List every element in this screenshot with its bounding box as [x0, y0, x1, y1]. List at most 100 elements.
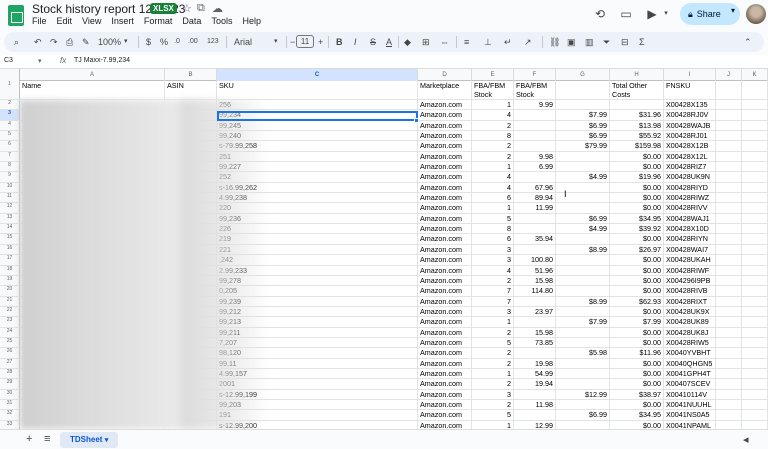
name-box-chevron-down-icon[interactable]: ▾ — [38, 57, 42, 65]
cell-k[interactable] — [742, 420, 768, 429]
cell-marketplace[interactable]: Amazon.com — [418, 234, 472, 244]
cell-stock-value[interactable] — [514, 110, 556, 120]
row-number[interactable]: 12 — [0, 203, 20, 213]
cell-k[interactable] — [742, 131, 768, 141]
cell-g[interactable] — [556, 327, 610, 337]
formula-input[interactable]: TJ Maxx-7.99,234 — [74, 57, 130, 64]
horizontal-align-icon[interactable]: ≡ — [464, 35, 469, 49]
cell-g[interactable]: $5.98 — [556, 348, 610, 358]
vertical-align-icon[interactable]: ⊥ — [484, 35, 492, 49]
cell-fnsku[interactable]: X00428RIZ7 — [664, 162, 716, 172]
tab-tdsheet[interactable]: TDSheet ▾ — [60, 432, 119, 448]
cell-fnsku[interactable]: X00428UK8J — [664, 327, 716, 337]
cell-total-other-costs[interactable]: $34.95 — [610, 213, 664, 224]
column-header-i[interactable]: I — [664, 69, 716, 81]
row-number[interactable]: 16 — [0, 244, 20, 255]
cell-marketplace[interactable]: Amazon.com — [418, 327, 472, 337]
cell-stock-value[interactable]: 67.96 — [514, 182, 556, 193]
name-box[interactable]: C3 — [4, 57, 13, 64]
row-number[interactable]: 27 — [0, 358, 20, 368]
cell-j[interactable] — [716, 337, 742, 348]
cell-marketplace[interactable]: Amazon.com — [418, 399, 472, 410]
cell-stock[interactable]: 4 — [472, 265, 514, 275]
cell-stock[interactable]: 5 — [472, 410, 514, 420]
cell-marketplace[interactable]: Amazon.com — [418, 162, 472, 172]
cell-total-other-costs[interactable]: $11.96 — [610, 348, 664, 358]
cell-j[interactable] — [716, 120, 742, 131]
cell-g[interactable]: $6.99 — [556, 131, 610, 141]
cell-stock[interactable]: 7 — [472, 296, 514, 306]
cell-stock-value[interactable]: 19.98 — [514, 358, 556, 368]
cell-k[interactable] — [742, 255, 768, 265]
menu-edit[interactable]: Edit — [57, 16, 73, 26]
cell-marketplace[interactable]: Amazon.com — [418, 203, 472, 213]
text-color-button[interactable]: A — [386, 35, 392, 49]
collapse-toolbar-icon[interactable]: ⌃ — [744, 35, 752, 49]
active-cell-selection[interactable] — [217, 111, 418, 121]
cell-marketplace[interactable]: Amazon.com — [418, 358, 472, 368]
cell-j[interactable] — [716, 420, 742, 429]
cell-marketplace[interactable]: Amazon.com — [418, 172, 472, 182]
cell-k[interactable] — [742, 358, 768, 368]
cell-j[interactable] — [716, 327, 742, 337]
row-number[interactable]: 24 — [0, 327, 20, 337]
cell-g[interactable]: $4.99 — [556, 172, 610, 182]
cell-fnsku[interactable]: X00428RIW5 — [664, 337, 716, 348]
cell-stock[interactable]: 2 — [472, 348, 514, 358]
cell-j[interactable] — [716, 182, 742, 193]
cell-stock-value[interactable]: 9.99 — [514, 100, 556, 110]
decrease-decimal-button[interactable]: .0 — [174, 35, 180, 49]
cell-j[interactable] — [716, 275, 742, 286]
borders-icon[interactable]: ⊞ — [422, 35, 430, 49]
cell-k[interactable] — [742, 100, 768, 110]
cell-total-other-costs[interactable]: $159.98 — [610, 141, 664, 151]
cell-g[interactable] — [556, 265, 610, 275]
row-number[interactable]: 18 — [0, 265, 20, 275]
row-number[interactable]: 22 — [0, 306, 20, 317]
cell-marketplace[interactable]: Amazon.com — [418, 224, 472, 234]
cell-marketplace[interactable]: Amazon.com — [418, 244, 472, 255]
row-number[interactable]: 3 — [0, 110, 20, 120]
insert-link-icon[interactable]: ⛓ — [549, 35, 560, 49]
cell-j[interactable] — [716, 317, 742, 327]
cell-j[interactable] — [716, 244, 742, 255]
decrease-font-size-button[interactable]: − — [290, 35, 295, 49]
cell-total-other-costs[interactable]: $0.00 — [610, 306, 664, 317]
search-menus-icon[interactable]: ⌕ — [14, 35, 19, 49]
comments-icon[interactable]: ▭ — [618, 6, 634, 22]
cell-fnsku[interactable]: X00428RIYN — [664, 234, 716, 244]
cell-g[interactable] — [556, 306, 610, 317]
cell-stock[interactable]: 2 — [472, 141, 514, 151]
row-number[interactable]: 9 — [0, 172, 20, 182]
cell-marketplace[interactable]: Amazon.com — [418, 348, 472, 358]
cell-g[interactable] — [556, 368, 610, 379]
menu-insert[interactable]: Insert — [111, 16, 134, 26]
more-formats-button[interactable]: 123 — [207, 35, 219, 49]
insert-chart-icon[interactable]: ▥ — [585, 35, 594, 49]
header-cell-j[interactable] — [716, 81, 742, 99]
cell-g[interactable] — [556, 100, 610, 110]
cell-fnsku[interactable]: X00428UK89 — [664, 317, 716, 327]
cell-fnsku[interactable]: X00428RIYD — [664, 182, 716, 193]
tab-chevron-down-icon[interactable]: ▾ — [105, 437, 109, 444]
menu-data[interactable]: Data — [182, 16, 201, 26]
cell-k[interactable] — [742, 120, 768, 131]
cell-stock[interactable]: 4 — [472, 110, 514, 120]
cell-marketplace[interactable]: Amazon.com — [418, 120, 472, 131]
row-number[interactable]: 8 — [0, 162, 20, 172]
cell-stock-value[interactable] — [514, 348, 556, 358]
cell-g[interactable] — [556, 286, 610, 296]
cell-total-other-costs[interactable]: $0.00 — [610, 286, 664, 296]
cell-k[interactable] — [742, 244, 768, 255]
header-cell-k[interactable] — [742, 81, 768, 99]
cell-total-other-costs[interactable]: $0.00 — [610, 182, 664, 193]
row-number[interactable]: 14 — [0, 224, 20, 234]
share-options-chevron-icon[interactable]: ▾ — [731, 6, 735, 15]
row-number[interactable]: 32 — [0, 410, 20, 420]
cell-marketplace[interactable]: Amazon.com — [418, 389, 472, 399]
text-wrapping-icon[interactable]: ↵ — [504, 35, 512, 49]
menu-help[interactable]: Help — [242, 16, 261, 26]
column-header-b[interactable]: B — [165, 69, 217, 81]
redo-icon[interactable]: ↷ — [50, 35, 58, 49]
cell-k[interactable] — [742, 379, 768, 389]
